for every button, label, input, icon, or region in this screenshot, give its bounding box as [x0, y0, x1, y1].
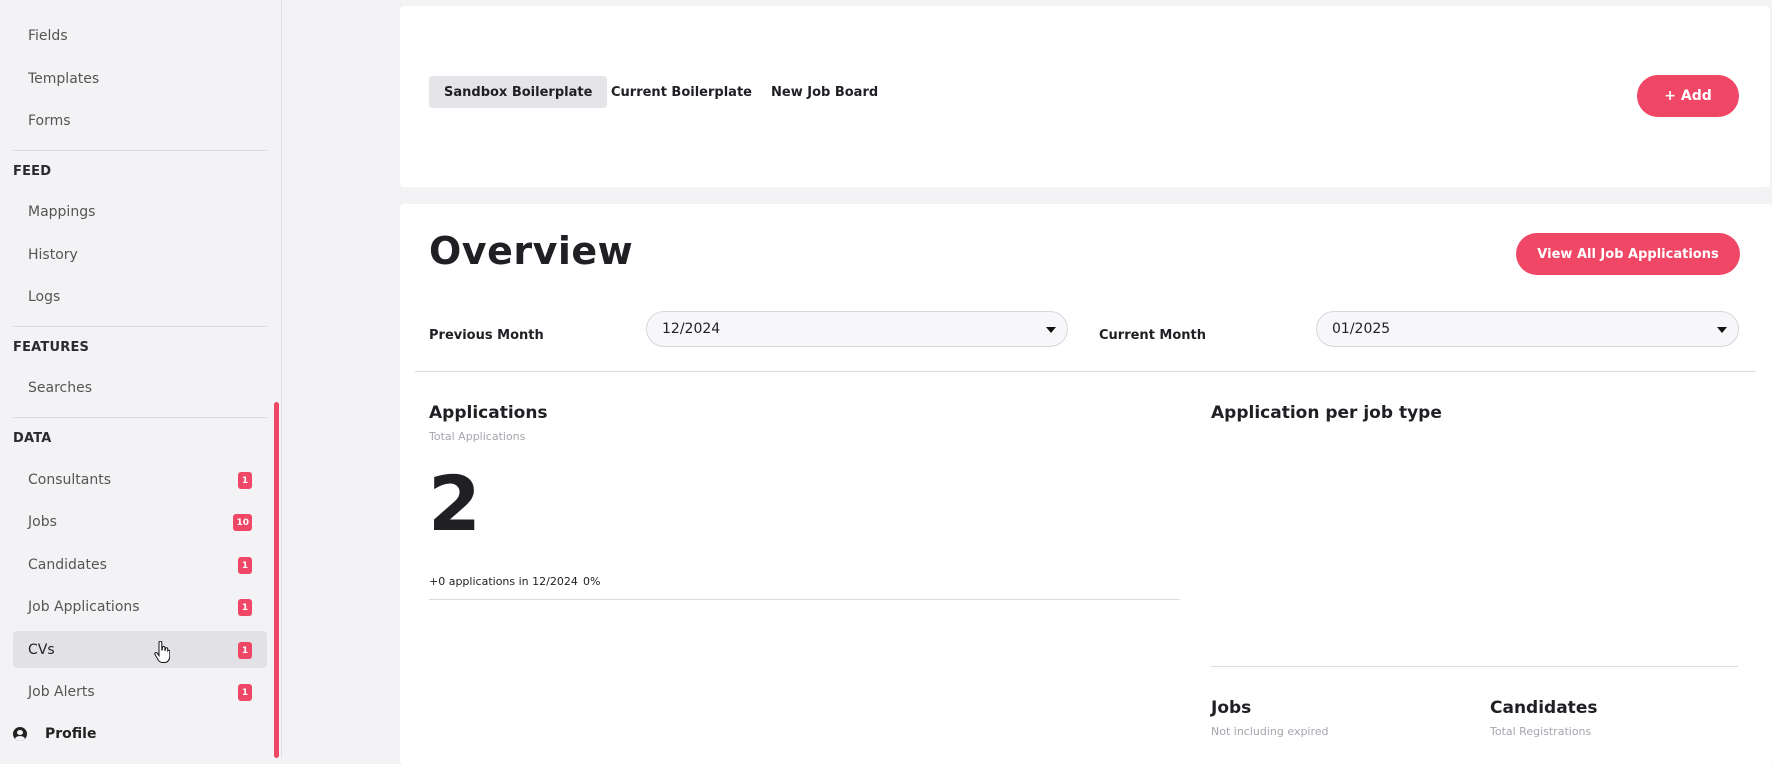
sidebar-item-consultants[interactable]: Consultants 1: [13, 461, 267, 498]
sidebar-item-job-applications[interactable]: Job Applications 1: [13, 588, 267, 625]
sidebar-item-label: Logs: [28, 288, 61, 305]
previous-month-label: Previous Month: [429, 328, 544, 343]
sidebar-item-label: Jobs: [28, 513, 57, 530]
sidebar-section-data: DATA: [13, 431, 52, 446]
sidebar-item-cvs[interactable]: CVs 1: [13, 631, 267, 668]
sidebar-item-label: Consultants: [28, 471, 111, 488]
previous-month-select[interactable]: 12/2024: [646, 311, 1068, 347]
jobs-subtitle: Not including expired: [1211, 725, 1329, 738]
candidates-subtitle: Total Registrations: [1490, 725, 1592, 738]
sidebar-item-label: Candidates: [28, 556, 107, 573]
sidebar-item-label: Forms: [28, 112, 71, 129]
applications-delta: +0 applications in 12/2024: [429, 575, 578, 588]
sidebar-divider: [13, 150, 267, 151]
count-badge: 1: [238, 599, 252, 616]
sidebar-section-features: FEATURES: [13, 340, 90, 355]
count-badge: 1: [238, 684, 252, 701]
count-badge: 1: [238, 472, 252, 489]
view-all-job-applications-button[interactable]: View All Job Applications: [1516, 233, 1740, 275]
profile-label: Profile: [45, 726, 97, 742]
count-badge: 1: [238, 557, 252, 574]
sidebar-item-logs[interactable]: Logs: [13, 278, 267, 315]
tab-sandbox-boilerplate[interactable]: Sandbox Boilerplate: [429, 76, 608, 108]
sidebar-scrollbar[interactable]: [274, 402, 279, 758]
hand-cursor-icon: [154, 641, 170, 663]
applications-subtitle: Total Applications: [429, 430, 526, 443]
sidebar-item-mappings[interactable]: Mappings: [13, 193, 267, 230]
sidebar-item-label: Job Applications: [28, 598, 140, 615]
sidebar-item-history[interactable]: History: [13, 236, 267, 273]
sidebar-item-label: Mappings: [28, 203, 96, 220]
count-badge: 1: [238, 642, 252, 659]
divider: [429, 599, 1180, 600]
applications-delta-percent: 0%: [583, 575, 601, 588]
application-per-job-type-title: Application per job type: [1211, 403, 1442, 423]
current-month-label: Current Month: [1099, 328, 1207, 343]
sidebar: Fields Templates Forms FEED Mappings His…: [0, 0, 282, 758]
caret-down-icon: [1717, 327, 1727, 333]
sidebar-item-label: Job Alerts: [28, 683, 95, 700]
board-switcher-card: Sandbox Boilerplate Current Boilerplate …: [400, 6, 1770, 187]
overview-card: Overview View All Job Applications Previ…: [400, 204, 1772, 764]
sidebar-item-label: Templates: [28, 70, 100, 87]
current-month-select[interactable]: 01/2025: [1316, 311, 1739, 347]
tab-new-job-board[interactable]: New Job Board: [756, 76, 893, 108]
sidebar-item-label: Searches: [28, 379, 93, 396]
divider: [1211, 666, 1738, 667]
sidebar-item-label: Fields: [28, 27, 68, 44]
add-button[interactable]: + Add: [1637, 75, 1739, 117]
sidebar-item-label: History: [28, 246, 78, 263]
applications-count: 2: [428, 459, 481, 548]
user-circle-icon: [13, 727, 27, 741]
sidebar-item-fields[interactable]: Fields: [13, 17, 267, 54]
sidebar-divider: [13, 326, 267, 327]
jobs-title: Jobs: [1211, 698, 1252, 718]
previous-month-value: 12/2024: [662, 321, 721, 337]
sidebar-item-job-alerts[interactable]: Job Alerts 1: [13, 673, 267, 710]
current-month-value: 01/2025: [1332, 321, 1391, 337]
sidebar-item-forms[interactable]: Forms: [13, 102, 267, 139]
divider: [415, 371, 1756, 372]
candidates-title: Candidates: [1490, 698, 1598, 718]
applications-title: Applications: [429, 403, 548, 423]
sidebar-divider: [13, 417, 267, 418]
page-title: Overview: [429, 229, 634, 273]
caret-down-icon: [1046, 327, 1056, 333]
count-badge: 10: [233, 514, 252, 531]
sidebar-section-feed: FEED: [13, 164, 52, 179]
sidebar-item-candidates[interactable]: Candidates 1: [13, 546, 267, 583]
sidebar-item-jobs[interactable]: Jobs 10: [13, 503, 267, 540]
tab-current-boilerplate[interactable]: Current Boilerplate: [596, 76, 767, 108]
sidebar-item-label: CVs: [28, 641, 55, 658]
sidebar-item-templates[interactable]: Templates: [13, 60, 267, 97]
sidebar-item-profile[interactable]: Profile: [13, 723, 96, 745]
sidebar-item-searches[interactable]: Searches: [13, 369, 267, 406]
